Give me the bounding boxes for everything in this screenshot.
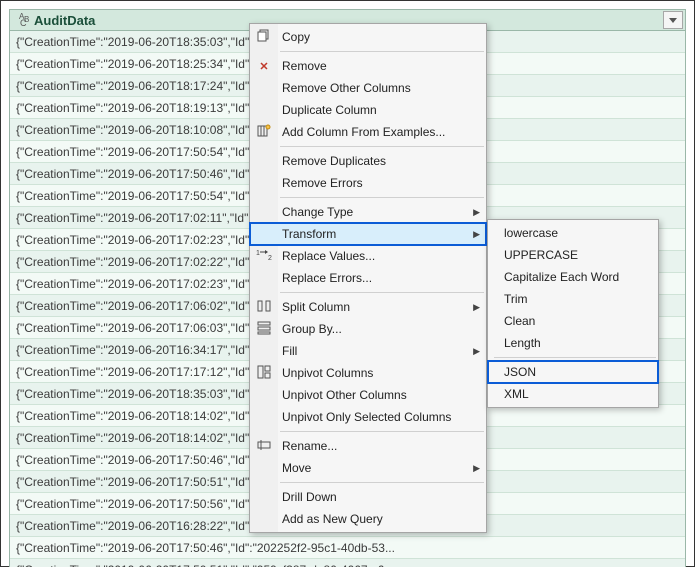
submenu-arrow-icon: ▶ xyxy=(473,346,480,357)
menu-label: lowercase xyxy=(504,226,558,240)
menu-label: Unpivot Only Selected Columns xyxy=(282,410,451,424)
menu-rename[interactable]: Rename... xyxy=(250,435,486,457)
menu-unpivot-selected-columns[interactable]: Unpivot Only Selected Columns xyxy=(250,406,486,428)
menu-label: XML xyxy=(504,387,529,401)
submenu-clean[interactable]: Clean xyxy=(488,310,658,332)
menu-transform[interactable]: Transform ▶ xyxy=(250,223,486,245)
data-type-icon[interactable]: A B C xyxy=(10,10,32,30)
menu-label: Copy xyxy=(282,30,310,44)
menu-remove-duplicates[interactable]: Remove Duplicates xyxy=(250,150,486,172)
menu-remove-other-columns[interactable]: Remove Other Columns xyxy=(250,77,486,99)
data-row[interactable]: {"CreationTime":"2019-06-20T17:50:51","I… xyxy=(10,559,685,567)
menu-unpivot-other-columns[interactable]: Unpivot Other Columns xyxy=(250,384,486,406)
submenu-lowercase[interactable]: lowercase xyxy=(488,222,658,244)
menu-label: Capitalize Each Word xyxy=(504,270,619,284)
submenu-trim[interactable]: Trim xyxy=(488,288,658,310)
menu-label: Replace Values... xyxy=(282,249,375,263)
menu-remove-errors[interactable]: Remove Errors xyxy=(250,172,486,194)
menu-replace-errors[interactable]: Replace Errors... xyxy=(250,267,486,289)
submenu-arrow-icon: ▶ xyxy=(473,207,480,218)
menu-label: Replace Errors... xyxy=(282,271,372,285)
copy-icon xyxy=(254,29,274,46)
menu-label: Trim xyxy=(504,292,528,306)
submenu-arrow-icon: ▶ xyxy=(473,229,480,240)
menu-move[interactable]: Move ▶ xyxy=(250,457,486,479)
menu-label: Rename... xyxy=(282,439,337,453)
menu-label: Change Type xyxy=(282,205,353,219)
menu-label: Move xyxy=(282,461,311,475)
svg-text:1: 1 xyxy=(256,250,260,257)
menu-label: UPPERCASE xyxy=(504,248,578,262)
context-menu: Copy ✕ Remove Remove Other Columns Dupli… xyxy=(249,23,487,533)
group-by-icon xyxy=(254,321,274,338)
menu-label: Add as New Query xyxy=(282,512,383,526)
submenu-uppercase[interactable]: UPPERCASE xyxy=(488,244,658,266)
menu-label: Split Column xyxy=(282,300,350,314)
menu-label: Duplicate Column xyxy=(282,103,377,117)
add-column-icon xyxy=(254,124,274,141)
submenu-arrow-icon: ▶ xyxy=(473,463,480,474)
unpivot-icon xyxy=(254,365,274,382)
menu-label: Transform xyxy=(282,227,336,241)
submenu-json[interactable]: JSON xyxy=(488,361,658,383)
menu-label: Remove Errors xyxy=(282,176,363,190)
svg-text:2: 2 xyxy=(268,255,272,262)
menu-duplicate-column[interactable]: Duplicate Column xyxy=(250,99,486,121)
menu-label: Clean xyxy=(504,314,535,328)
menu-copy[interactable]: Copy xyxy=(250,26,486,48)
menu-change-type[interactable]: Change Type ▶ xyxy=(250,201,486,223)
menu-split-column[interactable]: Split Column ▶ xyxy=(250,296,486,318)
data-row[interactable]: {"CreationTime":"2019-06-20T17:50:46","I… xyxy=(10,537,685,559)
menu-add-column-from-examples[interactable]: Add Column From Examples... xyxy=(250,121,486,143)
menu-drill-down[interactable]: Drill Down xyxy=(250,486,486,508)
menu-group-by[interactable]: Group By... xyxy=(250,318,486,340)
menu-label: Add Column From Examples... xyxy=(282,125,445,139)
menu-label: Unpivot Other Columns xyxy=(282,388,407,402)
menu-label: Fill xyxy=(282,344,297,358)
submenu-arrow-icon: ▶ xyxy=(473,302,480,313)
transform-submenu: lowercase UPPERCASE Capitalize Each Word… xyxy=(487,219,659,408)
remove-icon: ✕ xyxy=(254,60,274,73)
submenu-xml[interactable]: XML xyxy=(488,383,658,405)
submenu-capitalize-each-word[interactable]: Capitalize Each Word xyxy=(488,266,658,288)
menu-label: Group By... xyxy=(282,322,342,336)
submenu-length[interactable]: Length xyxy=(488,332,658,354)
menu-label: Remove Other Columns xyxy=(282,81,411,95)
menu-label: Length xyxy=(504,336,541,350)
menu-label: Drill Down xyxy=(282,490,337,504)
menu-fill[interactable]: Fill ▶ xyxy=(250,340,486,362)
menu-unpivot-columns[interactable]: Unpivot Columns xyxy=(250,362,486,384)
menu-label: JSON xyxy=(504,365,536,379)
rename-icon xyxy=(254,438,274,455)
split-column-icon xyxy=(254,299,274,316)
replace-values-icon: 12 xyxy=(254,248,274,265)
menu-label: Remove Duplicates xyxy=(282,154,386,168)
menu-label: Remove xyxy=(282,59,327,73)
menu-add-as-new-query[interactable]: Add as New Query xyxy=(250,508,486,530)
menu-remove[interactable]: ✕ Remove xyxy=(250,55,486,77)
menu-replace-values[interactable]: 12 Replace Values... xyxy=(250,245,486,267)
column-filter-dropdown[interactable] xyxy=(663,11,683,29)
menu-label: Unpivot Columns xyxy=(282,366,373,380)
